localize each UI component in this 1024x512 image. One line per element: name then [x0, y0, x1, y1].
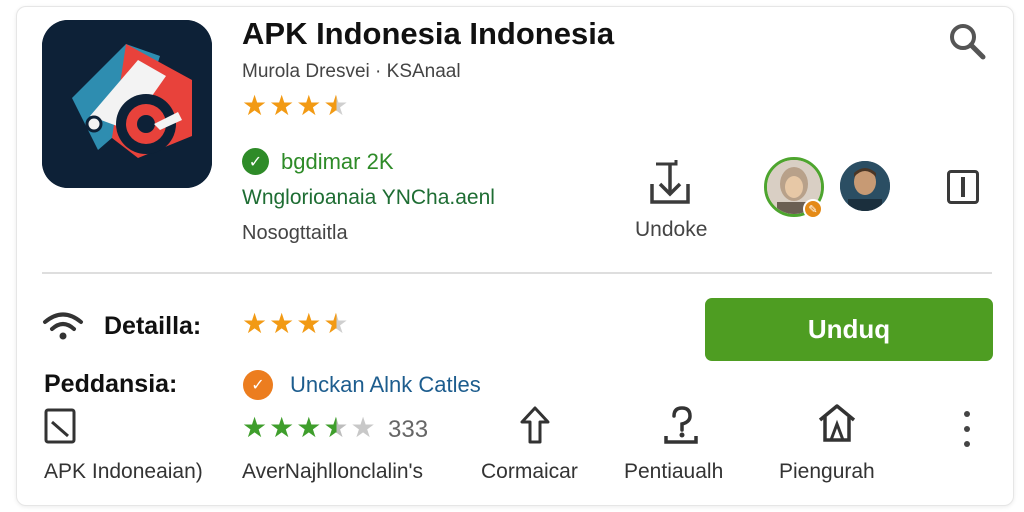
developer-link[interactable]: Unckan Alnk Catles [290, 372, 481, 398]
details-label: Detailla: [104, 312, 202, 340]
download-label[interactable]: Undoke [635, 218, 707, 242]
verified-text: bgdimar 2K [281, 148, 394, 174]
wifi-icon [42, 311, 84, 341]
star-icon: ★ [296, 90, 322, 121]
star-icon: ★ [242, 412, 268, 443]
half-star-icon: ★ [323, 90, 349, 121]
overflow-menu-icon[interactable] [958, 411, 976, 447]
star-icon: ★ [296, 308, 322, 339]
verified-row: ✓ bgdimar 2K [242, 148, 394, 175]
square-edit-icon[interactable] [44, 408, 76, 444]
app-subtitle: Murola Dresvei · KSAnaal [242, 61, 461, 82]
avatar-badge-icon: ✎ [803, 199, 823, 219]
developer-label: Peddansia: [44, 370, 178, 398]
details-rating: ★ ★ ★ ★ [242, 310, 348, 338]
app-icon[interactable] [42, 20, 212, 188]
app-logo [42, 20, 212, 188]
app-rating: ★ ★ ★ ★ [242, 92, 348, 120]
star-icon: ★ [269, 412, 295, 443]
app-link[interactable]: Wnglorioanaia YNCha.aenl [242, 186, 495, 210]
avatar[interactable] [840, 161, 890, 211]
app-meta: Nosogttaitla [242, 222, 348, 244]
search-icon[interactable] [946, 20, 988, 62]
home-icon[interactable] [816, 402, 858, 444]
review-stars: ★ ★ ★ ★ ★ [242, 414, 376, 442]
share-icon[interactable] [514, 404, 556, 446]
more-icon[interactable] [947, 170, 979, 204]
star-icon: ★ [242, 308, 268, 339]
action-label-manage[interactable]: Piengurah [779, 460, 875, 484]
action-label-avg[interactable]: AverNajhllonclalin's [242, 460, 423, 484]
divider [42, 272, 992, 274]
question-icon[interactable] [660, 404, 702, 446]
download-icon[interactable] [644, 158, 696, 210]
developer-icon: ✓ [243, 370, 273, 400]
half-star-icon: ★ [323, 308, 349, 339]
star-icon: ★ [350, 412, 376, 443]
action-label-settings[interactable]: Pentiaualh [624, 460, 723, 484]
install-button[interactable]: Unduq [705, 298, 993, 361]
star-icon: ★ [242, 90, 268, 121]
half-star-icon: ★ [323, 412, 349, 443]
review-count: 333 [388, 416, 429, 443]
app-title: APK Indonesia Indonesia [242, 16, 615, 51]
action-label-compare[interactable]: Cormaicar [481, 460, 578, 484]
star-icon: ★ [296, 412, 322, 443]
check-icon: ✓ [242, 148, 269, 175]
star-icon: ★ [269, 90, 295, 121]
star-icon: ★ [269, 308, 295, 339]
action-label-apk[interactable]: APK Indoneaian) [44, 460, 203, 484]
